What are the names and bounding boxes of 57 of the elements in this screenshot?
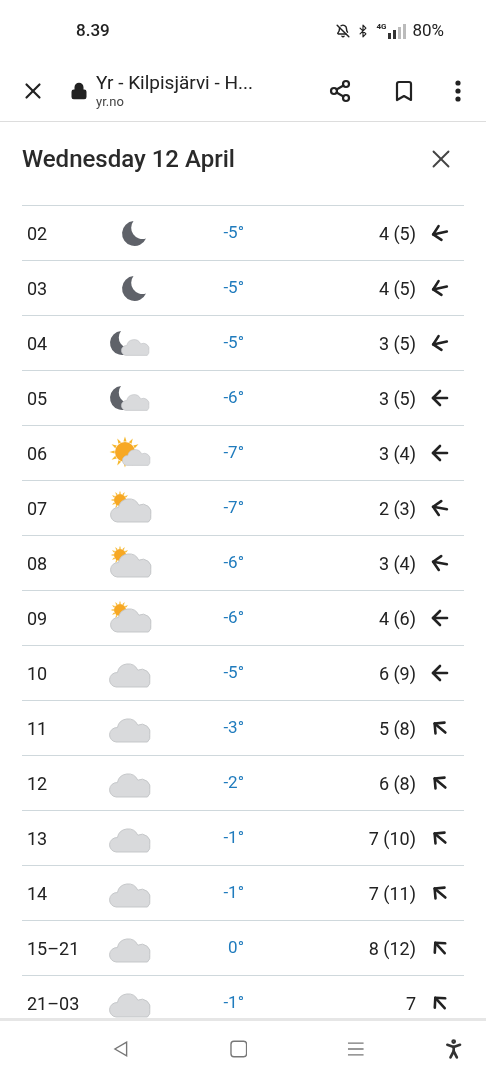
temperature-cell-text: -6° (223, 551, 244, 575)
time-cell-text: 03 (26, 276, 49, 301)
time-cell-text: 07 (26, 496, 49, 521)
time-cell-text: 06 (26, 441, 49, 466)
temperature-cell-text: -1° (223, 991, 244, 1015)
wind-cell-text: 4 (6) (378, 606, 416, 631)
wind-cell-text: 6 (9) (378, 661, 416, 686)
temperature-cell-text: -7° (223, 441, 244, 465)
time-cell-text: 10 (26, 661, 49, 686)
temperature-cell-text: -6° (223, 386, 244, 410)
temperature-cell-text: 0° (228, 936, 244, 960)
time-cell-text: 09 (26, 606, 49, 631)
temperature-cell-text: -5° (223, 221, 244, 245)
lock-icon (70, 81, 88, 100)
share-icon (328, 78, 352, 103)
temperature-cell-text: -5° (223, 331, 244, 355)
time-cell-text: 02 (26, 221, 49, 246)
wind-cell-text: 5 (8) (378, 716, 416, 741)
status-time: 8.39 (76, 19, 110, 43)
wind-cell-text: 7 (10) (368, 826, 416, 851)
temperature-cell-text: -1° (223, 881, 244, 905)
back-icon[interactable] (112, 1039, 130, 1058)
page-title: Yr - Kilpisjärvi - H... (96, 71, 254, 94)
temperature-cell-text: -1° (223, 826, 244, 850)
time-cell-text: 08 (26, 551, 49, 576)
wind-cell-text: 7 (11) (368, 881, 416, 906)
time-cell-text: 15–21 (26, 936, 81, 961)
wind-cell-text: 4 (5) (378, 276, 416, 301)
wind-cell-text: 8 (12) (368, 936, 416, 961)
page-url: yr.no (96, 93, 125, 110)
temperature-cell-text: -2° (223, 771, 244, 795)
temperature-cell-text: -6° (223, 606, 244, 630)
wind-cell-text: 3 (5) (378, 386, 416, 411)
wind-cell-text: 3 (4) (378, 441, 416, 466)
wind-cell-text: 3 (5) (378, 331, 416, 356)
time-cell-text: 04 (26, 331, 49, 356)
recent-apps-icon[interactable] (347, 1040, 365, 1057)
wind-cell-text: 4 (5) (378, 221, 416, 246)
battery-level: 80% (412, 19, 444, 43)
time-cell-text: 21–03 (26, 991, 81, 1016)
time-cell-text: 13 (26, 826, 49, 851)
mute-icon (336, 24, 351, 38)
more-icon (455, 79, 461, 102)
wind-cell-text: 3 (4) (378, 551, 416, 576)
temperature-cell-text: -5° (223, 276, 244, 300)
temperature-cell-text: -5° (223, 661, 244, 685)
temperature-cell-text: -3° (223, 716, 244, 740)
wind-cell-text: 7 (405, 991, 416, 1016)
time-cell-text: 05 (26, 386, 49, 411)
wind-cell-text: 6 (8) (378, 771, 416, 796)
panel-title: Wednesday 12 April (22, 144, 235, 175)
temperature-cell-text: -7° (223, 496, 244, 520)
time-cell-text: 12 (26, 771, 49, 796)
time-cell-text: 11 (26, 716, 49, 741)
home-icon[interactable] (229, 1039, 248, 1058)
wind-cell-text: 2 (3) (378, 496, 416, 521)
time-cell-text: 14 (26, 881, 49, 906)
